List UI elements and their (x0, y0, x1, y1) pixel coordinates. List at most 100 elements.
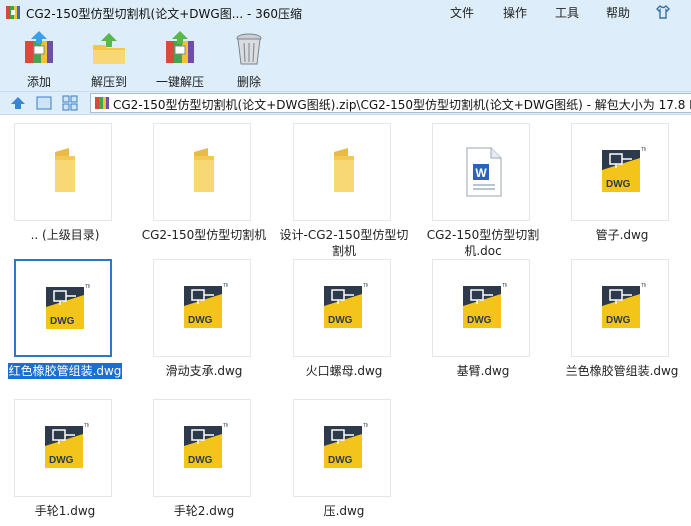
file-name-text: 手轮2.dwg (173, 504, 235, 518)
thumbnail-frame[interactable]: TM DWG (293, 259, 391, 357)
file-name-text: 压.dwg (323, 504, 365, 518)
title-bar: CG2-150型仿型切割机(论文+DWG图... - 360压缩 文件 操作 工… (0, 0, 691, 25)
dwg-file-icon: TM DWG (46, 284, 92, 329)
dwg-file-icon: TM DWG (602, 283, 648, 328)
thumbnail-frame[interactable]: TM DWG (153, 399, 251, 497)
file-name-text: 设计-CG2-150型仿型切割机 (279, 228, 409, 258)
file-name: 设计-CG2-150型仿型切割机 (279, 227, 409, 259)
svg-text:DWG: DWG (49, 455, 74, 466)
file-name-text: .. (上级目录) (30, 228, 100, 242)
dwg-file-icon: TM DWG (463, 283, 509, 328)
menu-help[interactable]: 帮助 (606, 4, 630, 21)
file-name-text: CG2-150型仿型切割机.doc (426, 228, 540, 258)
path-text: CG2-150型仿型切割机(论文+DWG图纸).zip\CG2-150型仿型切割… (113, 98, 691, 112)
add-button[interactable]: 添加 (16, 29, 62, 89)
folder-icon (334, 148, 354, 192)
file-name-text: 红色橡胶管组装.dwg (7, 363, 123, 379)
icon-wrapper (41, 146, 89, 198)
window-title: CG2-150型仿型切割机(论文+DWG图... - 360压缩 (26, 7, 302, 21)
menu-file[interactable]: 文件 (450, 4, 474, 21)
add-label: 添加 (26, 75, 51, 89)
file-name: CG2-150型仿型切割机.doc (418, 227, 548, 259)
svg-text:DWG: DWG (188, 315, 213, 326)
svg-text:TM: TM (641, 283, 646, 289)
svg-text:DWG: DWG (606, 315, 631, 326)
add-archive-icon (25, 31, 53, 63)
delete-label: 删除 (236, 75, 261, 89)
svg-text:TM: TM (641, 147, 646, 153)
file-name: .. (上级目录) (0, 227, 130, 243)
file-name-text: 火口螺母.dwg (305, 364, 383, 378)
file-name: 兰色橡胶管组装.dwg (557, 363, 687, 379)
thumbnail-frame[interactable]: TM DWG (571, 123, 669, 221)
dwg-file-icon: TM DWG (45, 423, 91, 468)
up-arrow-icon[interactable] (10, 95, 26, 111)
file-name: 滑动支承.dwg (139, 363, 269, 379)
svg-text:DWG: DWG (188, 455, 213, 466)
file-name: 基臂.dwg (418, 363, 548, 379)
extract-to-label: 解压到 (90, 75, 127, 89)
dwg-file-icon: TM DWG (324, 423, 370, 468)
archive-app-icon (6, 6, 20, 19)
svg-text:DWG: DWG (467, 315, 492, 326)
file-name-text: 滑动支承.dwg (165, 364, 243, 378)
file-name: 红色橡胶管组装.dwg (0, 363, 130, 379)
svg-text:DWG: DWG (606, 179, 631, 190)
svg-text:TM: TM (84, 423, 89, 429)
file-name: 管子.dwg (557, 227, 687, 243)
icon-wrapper: TM DWG (180, 422, 230, 474)
toolbar: 添加 解压到 一键解压 删除 (0, 25, 691, 92)
svg-text:DWG: DWG (328, 315, 353, 326)
svg-text:TM: TM (85, 284, 90, 290)
icon-wrapper: TM DWG (459, 282, 509, 334)
path-field[interactable]: CG2-150型仿型切割机(论文+DWG图纸).zip\CG2-150型仿型切割… (90, 93, 691, 113)
file-name: 压.dwg (279, 503, 409, 519)
dwg-file-icon: TM DWG (602, 147, 648, 192)
icon-wrapper: TM DWG (320, 282, 370, 334)
thumbnail-frame[interactable]: TM DWG (14, 259, 112, 357)
thumbnail-frame[interactable]: TM DWG (14, 399, 112, 497)
icon-wrapper: TM DWG (180, 282, 230, 334)
one-click-extract-button[interactable]: 一键解压 (152, 29, 208, 89)
archive-path-icon (95, 97, 109, 109)
menu-operate[interactable]: 操作 (503, 4, 527, 21)
trash-icon (236, 33, 262, 65)
thumbnail-frame[interactable] (153, 123, 251, 221)
thumbnail-frame[interactable]: TM DWG (153, 259, 251, 357)
thumbnail-frame[interactable] (14, 123, 112, 221)
skin-shirt-icon[interactable] (655, 4, 671, 20)
icon-wrapper: TM DWG (320, 422, 370, 474)
thumbnail-frame[interactable]: TM DWG (293, 399, 391, 497)
icon-wrapper: TM DWG (41, 422, 91, 474)
one-click-extract-label: 一键解压 (155, 75, 204, 89)
svg-text:TM: TM (363, 423, 368, 429)
svg-text:TM: TM (363, 283, 368, 289)
delete-button[interactable]: 删除 (226, 29, 272, 89)
file-name-text: 兰色橡胶管组装.dwg (565, 364, 679, 378)
file-name: 手轮2.dwg (139, 503, 269, 519)
file-name: 手轮1.dwg (0, 503, 130, 519)
thumbnail-frame[interactable]: TM DWG (432, 259, 530, 357)
svg-text:TM: TM (223, 283, 228, 289)
dwg-file-icon: TM DWG (184, 283, 230, 328)
icon-wrapper: W (459, 146, 507, 198)
extract-folder-icon (93, 33, 125, 64)
thumbnail-frame[interactable] (293, 123, 391, 221)
svg-text:TM: TM (223, 423, 228, 429)
dwg-file-icon: TM DWG (184, 423, 230, 468)
file-name: CG2-150型仿型切割机 (139, 227, 269, 243)
file-name-text: 管子.dwg (595, 228, 649, 242)
one-click-extract-icon (166, 31, 194, 63)
extract-to-button[interactable]: 解压到 (86, 29, 132, 89)
menu-tools[interactable]: 工具 (555, 4, 579, 21)
folder-icon (194, 148, 214, 192)
thumbnail-frame[interactable]: W (432, 123, 530, 221)
thumbnail-frame[interactable]: TM DWG (571, 259, 669, 357)
icon-wrapper: TM DWG (42, 283, 92, 335)
icon-wrapper: TM DWG (598, 282, 648, 334)
icon-wrapper: TM DWG (598, 146, 648, 198)
small-icons-view-icon[interactable] (62, 95, 78, 111)
dwg-file-icon: TM DWG (324, 283, 370, 328)
address-bar: CG2-150型仿型切割机(论文+DWG图纸).zip\CG2-150型仿型切割… (0, 92, 691, 115)
large-icons-view-icon[interactable] (36, 95, 52, 111)
